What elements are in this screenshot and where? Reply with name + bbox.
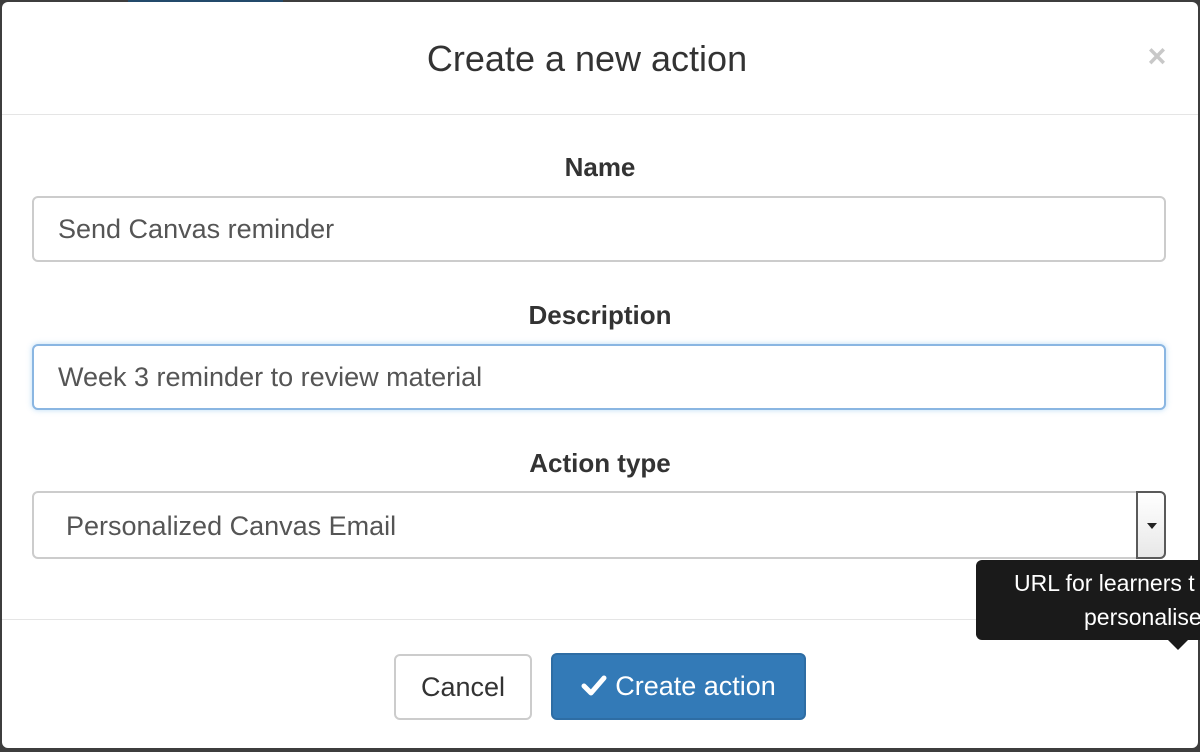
- create-action-label: Create action: [615, 671, 776, 701]
- name-input[interactable]: [32, 196, 1166, 262]
- close-icon[interactable]: ×: [1142, 36, 1172, 76]
- chevron-down-icon: [1147, 523, 1157, 529]
- name-label: Name: [564, 152, 636, 182]
- tooltip-line1: URL for learners t: [1014, 570, 1195, 596]
- action-type-label: Action type: [529, 448, 671, 478]
- dropdown-toggle-button[interactable]: [1136, 491, 1166, 559]
- check-icon: [581, 675, 607, 696]
- tooltip-line2: personalise: [1084, 604, 1200, 630]
- description-input[interactable]: [32, 344, 1166, 410]
- tooltip: URL for learners t personalise: [976, 560, 1200, 640]
- description-label: Description: [528, 300, 672, 330]
- cancel-button[interactable]: Cancel: [394, 654, 532, 720]
- create-action-button[interactable]: Create action: [551, 653, 806, 720]
- tooltip-arrow: [1168, 640, 1188, 650]
- modal-title: Create a new action: [426, 38, 748, 79]
- action-type-selected: Personalized Canvas Email: [66, 511, 397, 541]
- modal-header: Create a new action ×: [2, 2, 1198, 115]
- action-type-select[interactable]: Personalized Canvas Email: [32, 491, 1166, 559]
